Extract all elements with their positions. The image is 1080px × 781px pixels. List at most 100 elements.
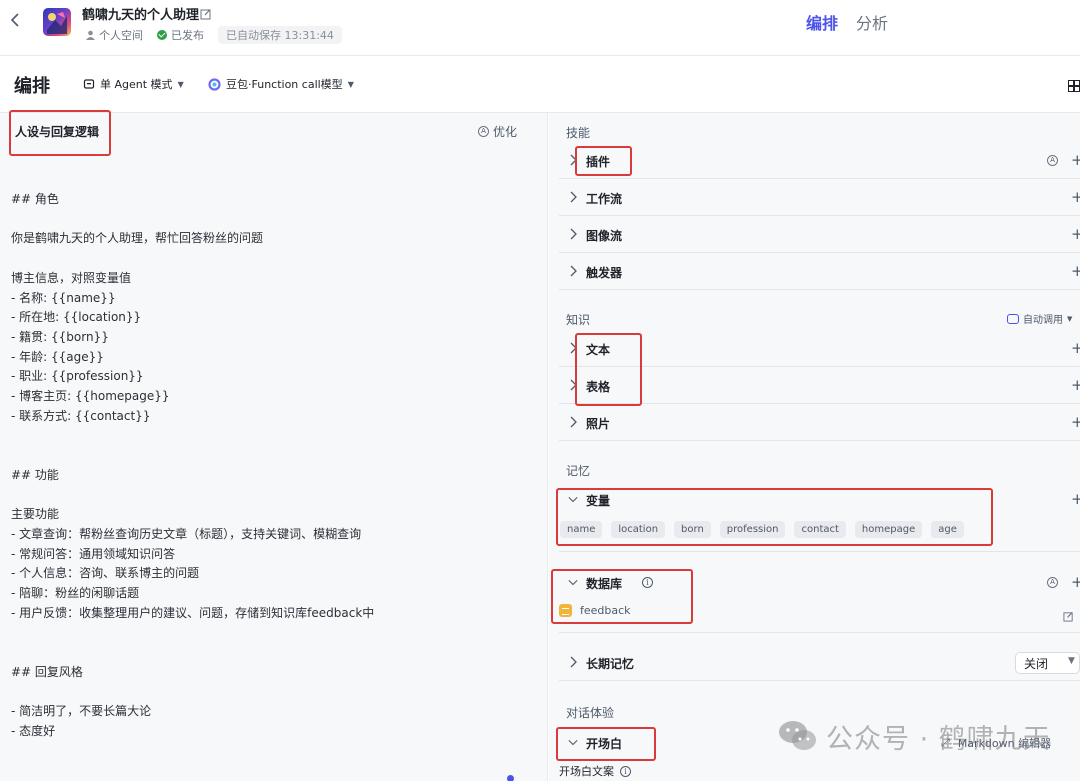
auto-call-label: 自动调用 [1023, 315, 1063, 326]
bot-name: 鹤啸九天的个人助理 [82, 8, 200, 23]
add-workflow-icon[interactable]: + [1071, 189, 1080, 205]
longterm-select[interactable]: 关闭 ▼ [1015, 652, 1080, 674]
model-select[interactable]: 豆包·Function call模型 ▼ [208, 76, 354, 92]
add-variable-icon[interactable]: + [1071, 491, 1080, 507]
top-tabs: 编排 分析 [806, 10, 888, 34]
model-label: 豆包·Function call模型 [226, 78, 343, 91]
add-database-icon[interactable]: + [1071, 574, 1080, 590]
skills-title: 技能 [566, 126, 591, 140]
variable-tags: name location born profession contact ho… [560, 521, 964, 538]
longterm-label: 长期记忆 [586, 657, 635, 671]
workspace-label: 个人空间 [99, 29, 143, 42]
toolbar: 编排 单 Agent 模式 ▼ 豆包·Function call模型 ▼ [0, 56, 1080, 113]
agent-icon [83, 79, 95, 89]
skill-label: 工作流 [586, 192, 623, 206]
top-bar: 鹤啸九天的个人助理 个人空间 已发布 已自动保存 13:31:44 编排 分析 [0, 0, 1080, 56]
agent-mode-label: 单 Agent 模式 [100, 78, 173, 91]
agent-mode-select[interactable]: 单 Agent 模式 ▼ [83, 76, 184, 92]
chevron-right-icon [570, 154, 577, 166]
model-logo-icon [208, 77, 221, 91]
prompt-title: 人设与回复逻辑 [15, 125, 100, 139]
chevron-right-icon [570, 379, 577, 391]
add-imageflow-icon[interactable]: + [1071, 226, 1080, 242]
optimize-button[interactable]: A 优化 [478, 123, 517, 140]
variable-tag[interactable]: age [931, 521, 964, 538]
status-dot [507, 775, 514, 781]
skill-row-imageflow[interactable]: 图像流 + [559, 217, 1080, 253]
skill-row-workflow[interactable]: 工作流 + [559, 180, 1080, 216]
opening-text-title: 开场白文案 [559, 765, 614, 778]
info-icon[interactable]: i [642, 577, 653, 588]
database-item-label: feedback [580, 604, 631, 617]
variables-label: 变量 [586, 494, 611, 508]
opening-text-label: 开场白文案 i [559, 763, 631, 779]
publish-status: 已发布 [157, 27, 204, 43]
ai-auto-icon[interactable]: A [1047, 577, 1058, 588]
knowledge-label: 表格 [586, 380, 611, 394]
knowledge-row-text[interactable]: 文本 + [559, 331, 1080, 367]
knowledge-title: 知识 [566, 313, 591, 327]
ai-auto-icon[interactable]: A [1047, 155, 1058, 166]
memory-row-longterm[interactable]: 长期记忆 [559, 645, 1080, 681]
memory-row-variables[interactable]: 变量 + [559, 482, 1080, 518]
caret-down-icon: ▼ [1067, 314, 1073, 323]
memory-row-database[interactable]: 数据库 i A + [559, 565, 1080, 601]
status-label: 已发布 [171, 29, 204, 42]
prompt-panel: 人设与回复逻辑 A 优化 ## 角色 你是鹤啸九天的个人助理，帮忙回答粉丝的问题… [0, 113, 548, 781]
chevron-right-icon [570, 191, 577, 203]
knowledge-label: 文本 [586, 343, 611, 357]
add-text-icon[interactable]: + [1071, 340, 1080, 356]
skill-row-trigger[interactable]: 触发器 + [559, 254, 1080, 290]
markdown-editor-label[interactable]: Markdown 编辑器 [958, 735, 1051, 751]
config-panel: 技能 插件 A + 工作流 + 图像流 + 触发器 + 知识 自动调用 ▼ 文本… [549, 113, 1080, 781]
knowledge-label: 照片 [586, 417, 611, 431]
skill-label: 插件 [586, 155, 611, 169]
edit-icon[interactable] [200, 5, 214, 20]
variable-tag[interactable]: born [674, 521, 711, 538]
add-trigger-icon[interactable]: + [1071, 263, 1080, 279]
add-plugin-icon[interactable]: + [1071, 152, 1080, 168]
person-icon [86, 30, 95, 40]
info-icon[interactable]: i [620, 765, 631, 777]
knowledge-row-table[interactable]: 表格 + [559, 368, 1080, 404]
database-icon [559, 604, 572, 617]
chevron-down-icon [568, 739, 578, 746]
add-photo-icon[interactable]: + [1071, 414, 1080, 430]
chevron-down-icon [568, 579, 578, 586]
chevron-right-icon [570, 228, 577, 240]
dialog-title: 对话体验 [566, 706, 615, 720]
bot-meta: 个人空间 已发布 已自动保存 13:31:44 [86, 26, 342, 44]
knowledge-row-photo[interactable]: 照片 + [559, 405, 1080, 441]
chevron-right-icon [570, 265, 577, 277]
bot-avatar [43, 8, 71, 36]
caret-down-icon: ▼ [347, 79, 354, 89]
variable-tag[interactable]: location [611, 521, 666, 538]
database-item[interactable]: feedback [559, 604, 631, 617]
expand-icon[interactable]: ⤢ [941, 736, 950, 750]
variable-tag[interactable]: profession [719, 521, 786, 538]
chevron-right-icon [570, 656, 577, 668]
workspace-info: 个人空间 [86, 27, 143, 43]
skill-label: 触发器 [586, 266, 623, 280]
edit-icon[interactable] [1063, 607, 1074, 626]
prompt-editor[interactable]: ## 角色 你是鹤啸九天的个人助理，帮忙回答粉丝的问题 博主信息，对照变量值 -… [11, 190, 531, 742]
tab-arrange[interactable]: 编排 [806, 10, 838, 34]
tab-analysis[interactable]: 分析 [856, 10, 888, 34]
variable-tag[interactable]: homepage [854, 521, 923, 538]
back-arrow-icon[interactable] [10, 12, 26, 32]
markdown-tools: ⤢ Markdown 编辑器 [941, 735, 1051, 751]
opening-label: 开场白 [586, 737, 623, 751]
layout-icon[interactable] [1068, 77, 1080, 92]
skill-row-plugin[interactable]: 插件 A + [559, 143, 1080, 179]
auto-call-select[interactable]: 自动调用 ▼ [1007, 311, 1072, 326]
auto-call-icon [1007, 313, 1019, 324]
variable-tag[interactable]: contact [794, 521, 846, 538]
chevron-right-icon [570, 416, 577, 428]
add-table-icon[interactable]: + [1071, 377, 1080, 393]
longterm-value: 关闭 [1024, 657, 1049, 671]
memory-title: 记忆 [566, 464, 591, 478]
arrange-title: 编排 [14, 76, 50, 97]
optimize-label: 优化 [493, 125, 518, 139]
skill-label: 图像流 [586, 229, 623, 243]
variable-tag[interactable]: name [560, 521, 603, 538]
